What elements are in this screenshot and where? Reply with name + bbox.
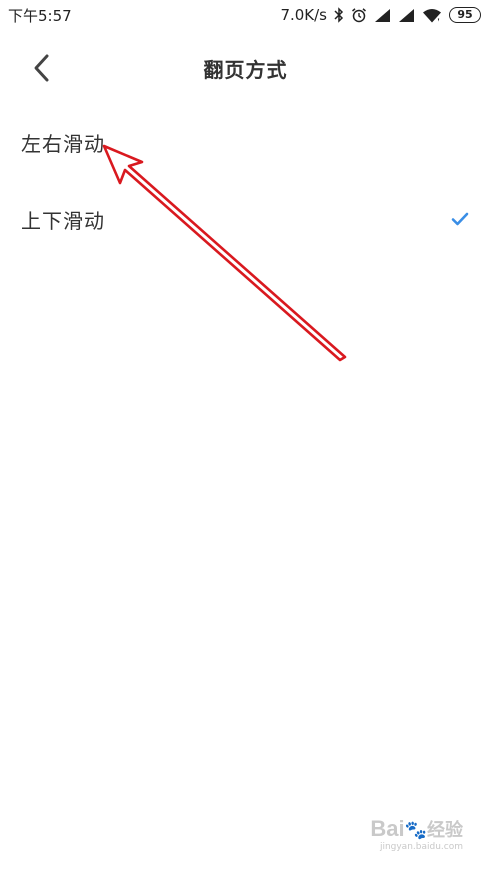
page-title: 翻页方式 <box>203 58 288 82</box>
option-label: 左右滑动 <box>21 131 105 156</box>
option-horizontal-swipe[interactable]: 左右滑动 <box>0 112 491 172</box>
header: 翻页方式 <box>0 40 491 96</box>
status-icons: 7.0K/s 95 <box>280 6 481 24</box>
watermark: Bai🐾经验 jingyan.baidu.com <box>370 817 463 853</box>
option-vertical-swipe[interactable]: 上下滑动 <box>0 189 491 249</box>
watermark-brand: Bai🐾经验 <box>370 816 463 841</box>
check-icon <box>451 212 469 226</box>
signal-icon <box>398 8 415 23</box>
alarm-icon <box>351 7 367 23</box>
status-bar: 下午5:57 7.0K/s 95 <box>0 0 491 30</box>
option-label: 上下滑动 <box>21 208 105 233</box>
battery-icon: 95 <box>449 7 481 23</box>
bluetooth-icon <box>334 7 344 23</box>
signal-icon <box>374 8 391 23</box>
wifi-icon <box>422 8 442 23</box>
status-time: 下午5:57 <box>8 6 72 25</box>
watermark-url: jingyan.baidu.com <box>379 842 463 852</box>
network-speed: 7.0K/s <box>280 6 327 24</box>
